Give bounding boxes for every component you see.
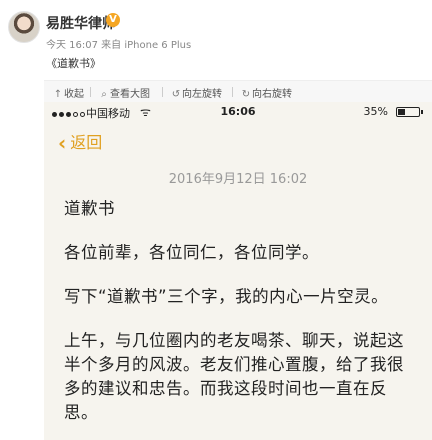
note-date: 2016年9月12日 16:02 (168, 172, 308, 187)
verified-badge-icon: V (106, 13, 120, 27)
toolbar-divider (232, 87, 233, 97)
note-body: 道歉书 各位前辈，各位同仁，各位同学。 写下“道歉书”三个字，我的内心一片空灵。… (64, 197, 414, 440)
battery-icon (396, 107, 420, 117)
collapse-icon: ↑ (53, 89, 63, 100)
phone-screenshot[interactable]: 中国移动 ᯤ 16:06 35% ‹ 返回 2016年9月12日 16:02 道歉… (44, 102, 432, 440)
rotate-left-button[interactable]: ↺ 向左旋转 (170, 85, 222, 100)
battery-fill (398, 109, 405, 115)
rotate-right-label: 向右旋转 (252, 89, 292, 100)
rotate-left-icon: ↺ (171, 89, 181, 100)
note-paragraph-2: 上午，与几位圈内的老友喝茶、聊天，说起这半个多月的风波。老友们推心置腹，给了我很… (64, 331, 404, 422)
collapse-label: 收起 (64, 89, 84, 100)
chevron-left-icon: ‹ (58, 131, 67, 155)
rotate-right-icon: ↻ (241, 89, 251, 100)
toolbar-divider (90, 87, 91, 97)
note-paragraph-1: 写下“道歉书”三个字，我的内心一片空灵。 (64, 287, 389, 306)
back-label: 返回 (70, 133, 103, 152)
image-toolbar: ↑ 收起 ⌕ 查看大图 ↺ 向左旋转 ↻ 向右旋转 (44, 80, 432, 104)
post-header: 易胜华律师 V 今天 16:07 来自 iPhone 6 Plus 《道歉书》 (0, 0, 432, 80)
rotate-left-label: 向左旋转 (182, 89, 222, 100)
back-button[interactable]: ‹ 返回 (58, 129, 102, 155)
battery-percent: 35% (363, 105, 388, 118)
battery-cap (421, 110, 423, 114)
note-greeting: 各位前辈，各位同仁，各位同学。 (64, 243, 319, 262)
post-meta: 今天 16:07 来自 iPhone 6 Plus (46, 40, 192, 51)
post-text: 《道歉书》 (46, 57, 101, 70)
view-large-button[interactable]: ⌕ 查看大图 (98, 85, 150, 100)
status-bar: 中国移动 ᯤ 16:06 35% (44, 102, 432, 122)
collapse-button[interactable]: ↑ 收起 (52, 85, 84, 100)
zoom-icon: ⌕ (101, 89, 107, 100)
avatar[interactable] (8, 11, 40, 43)
view-large-label: 查看大图 (110, 89, 150, 100)
rotate-right-button[interactable]: ↻ 向右旋转 (240, 85, 292, 100)
toolbar-divider (162, 87, 163, 97)
author-name[interactable]: 易胜华律师 (46, 13, 116, 33)
note-title: 道歉书 (64, 199, 115, 218)
